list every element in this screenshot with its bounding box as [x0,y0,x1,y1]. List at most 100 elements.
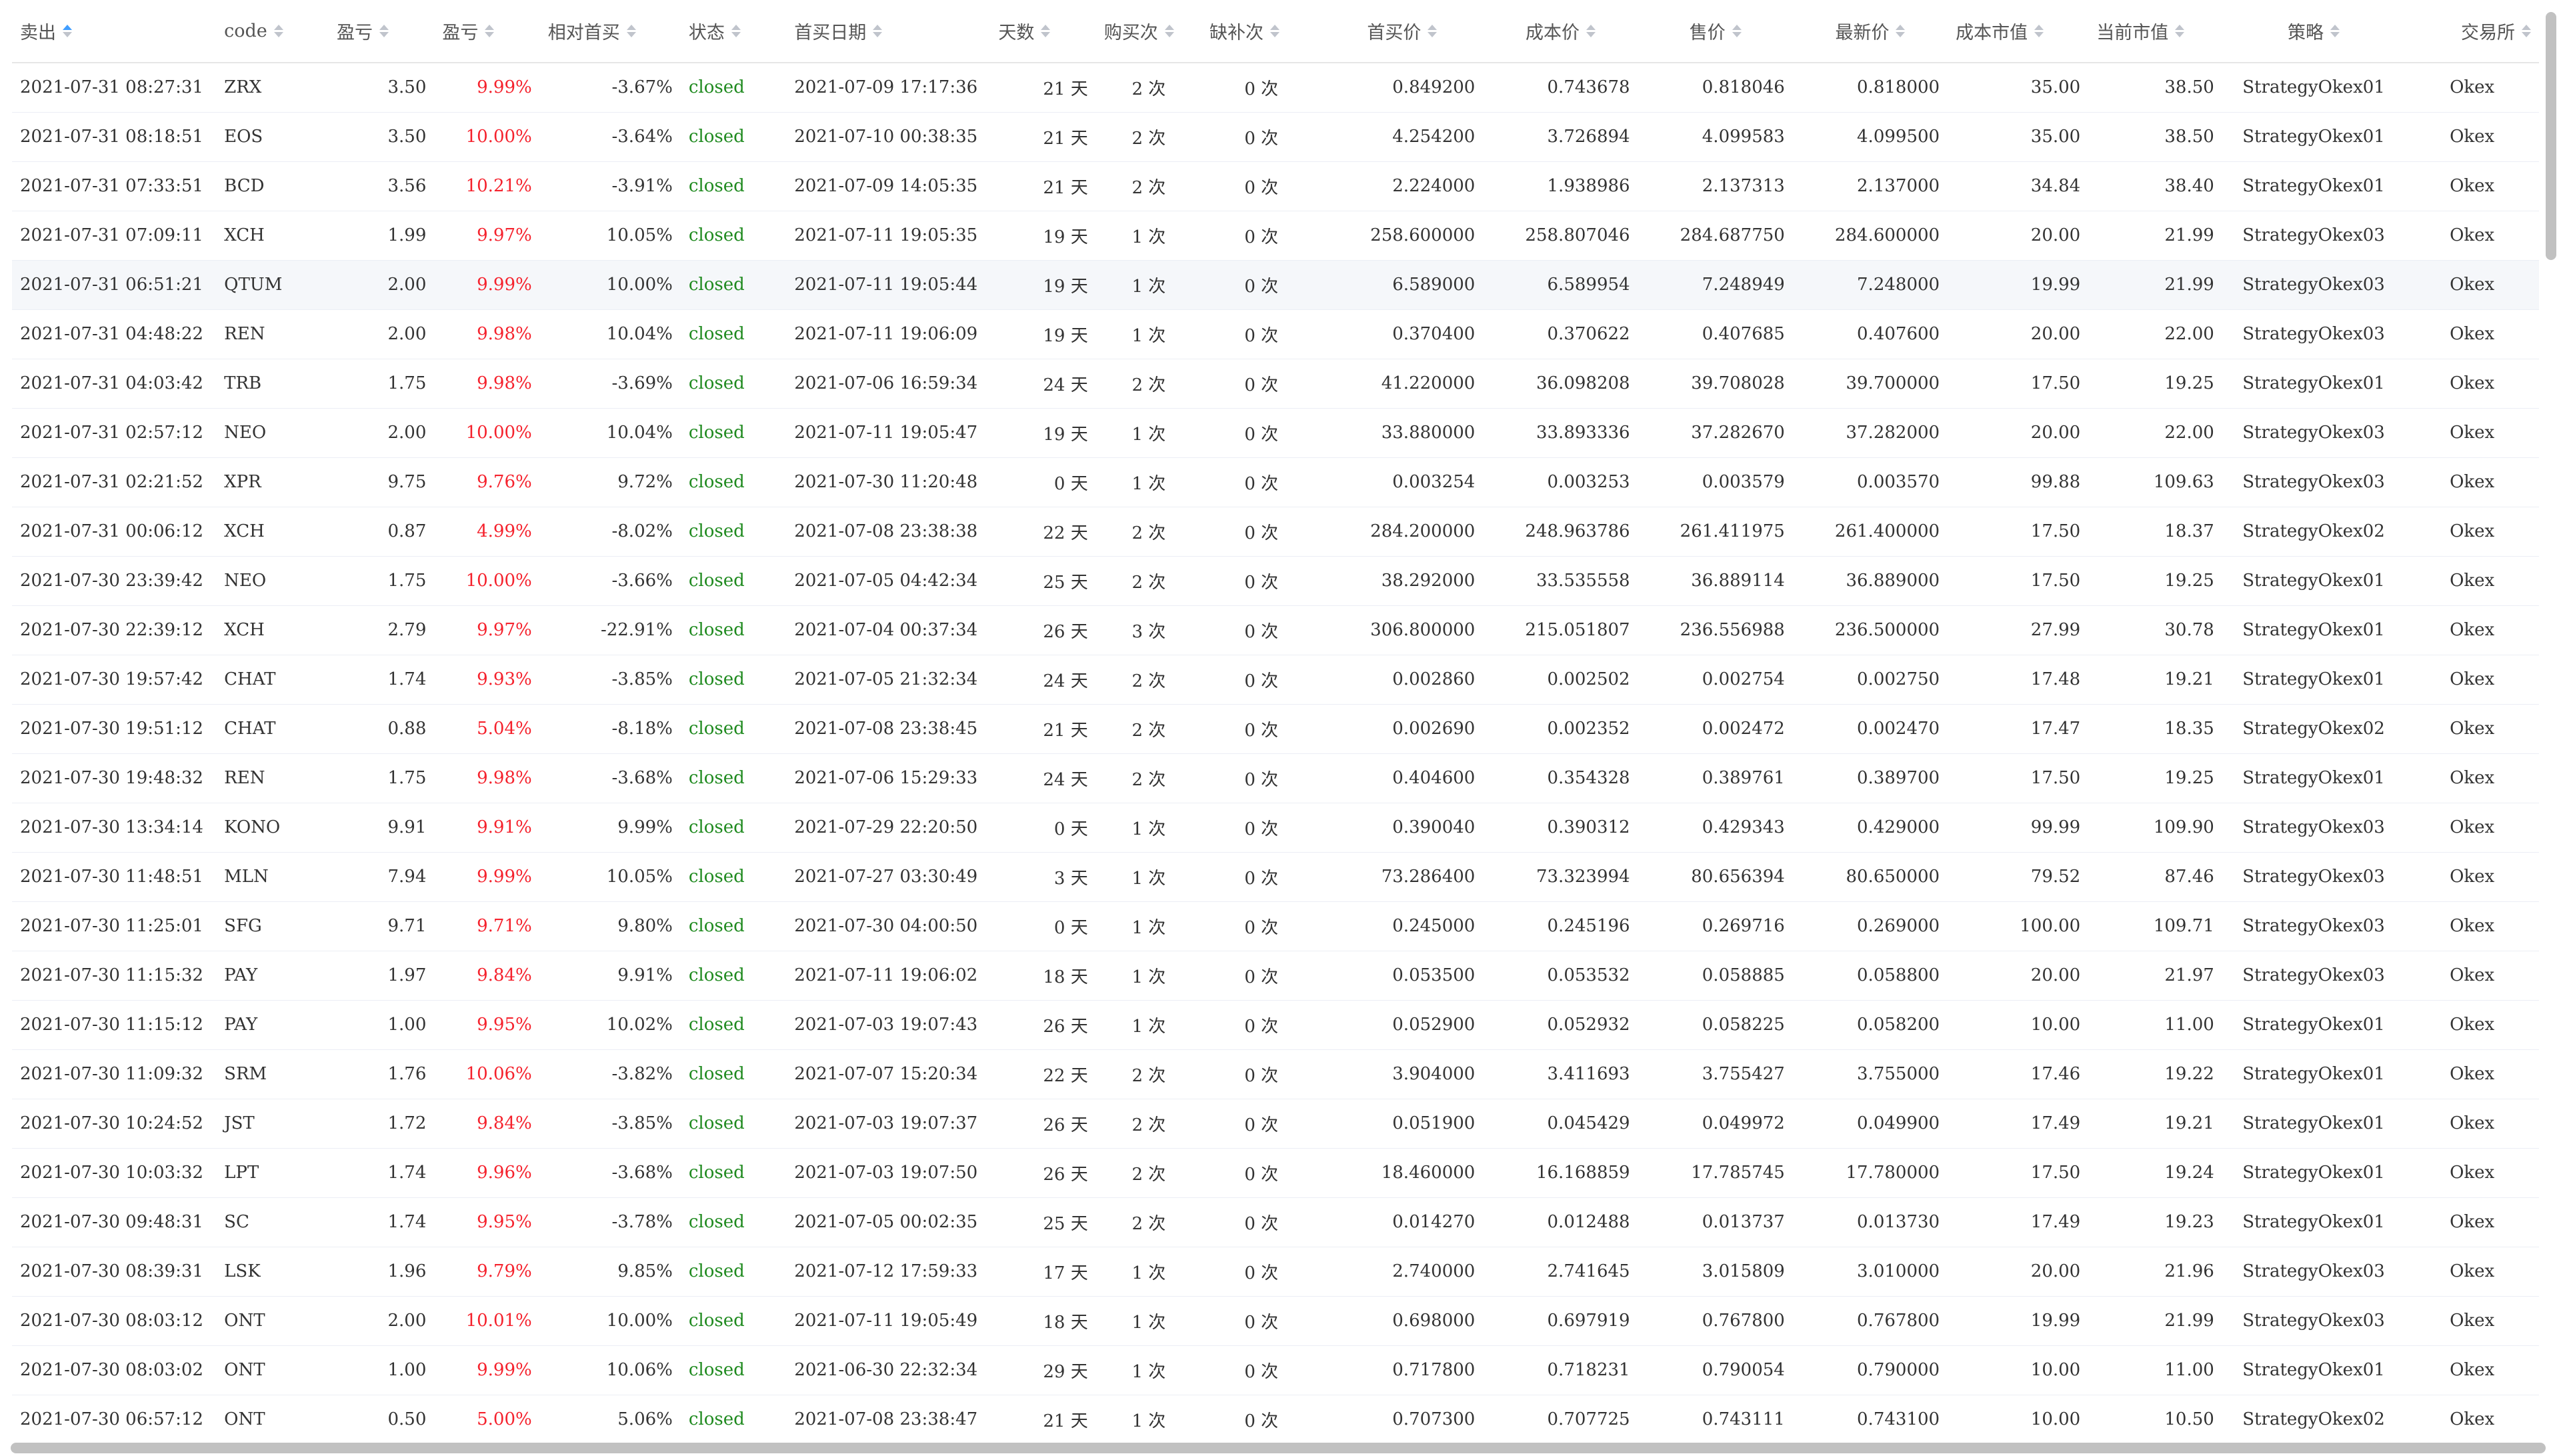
table-row[interactable]: 2021-07-31 02:57:12 NEO 2.00 10.00% 10.04% cl… [12,408,2539,458]
sort-caret-icon[interactable] [1164,25,1174,37]
column-header-cost-price[interactable]: 成本价 [1483,0,1638,63]
sort-ascending-icon[interactable] [1041,25,1051,30]
sort-caret-icon[interactable] [2522,25,2531,37]
sort-ascending-icon[interactable] [1586,25,1596,30]
column-header-code[interactable]: code [216,0,329,63]
sort-caret-icon[interactable] [1896,25,1906,37]
sort-caret-icon[interactable] [63,25,72,37]
table-row[interactable]: 2021-07-31 08:27:31 ZRX 3.50 9.99% -3.67% clo… [12,63,2539,113]
table-row[interactable]: 2021-07-30 11:09:32 SRM 1.76 10.06% -3.82% cl… [12,1049,2539,1099]
sort-ascending-icon[interactable] [2034,25,2044,30]
sort-descending-icon[interactable] [1164,32,1174,37]
sort-ascending-icon[interactable] [1732,25,1742,30]
sort-caret-icon[interactable] [2034,25,2044,37]
sort-caret-icon[interactable] [873,25,883,37]
horizontal-scrollbar[interactable] [11,1443,2546,1453]
column-header-strategy[interactable]: 策略 [2222,0,2406,63]
column-header-cost-value[interactable]: 成本市值 [1948,0,2089,63]
column-header-sell-time[interactable]: 卖出 [12,0,217,63]
sort-descending-icon[interactable] [485,32,495,37]
sort-caret-icon[interactable] [1428,25,1438,37]
sort-ascending-icon[interactable] [273,25,283,30]
table-row[interactable]: 2021-07-30 13:34:14 KONO 9.91 9.91% 9.99% clo… [12,803,2539,853]
table-row[interactable]: 2021-07-30 11:15:32 PAY 1.97 9.84% 9.91% clos… [12,951,2539,1001]
sort-descending-icon[interactable] [2330,32,2340,37]
sort-descending-icon[interactable] [2175,32,2185,37]
column-header-relative-first-buy[interactable]: 相对首买 [539,0,681,63]
table-row[interactable]: 2021-07-30 08:39:31 LSK 1.96 9.79% 9.85% clos… [12,1247,2539,1297]
table-row[interactable]: 2021-07-31 06:51:21 QTUM 2.00 9.99% 10.00% cl… [12,260,2539,310]
table-row[interactable]: 2021-07-30 22:39:12 XCH 2.79 9.97% -22.91% cl… [12,605,2539,655]
table-row[interactable]: 2021-07-31 00:06:12 XCH 0.87 4.99% -8.02% clo… [12,507,2539,557]
sort-ascending-icon[interactable] [873,25,883,30]
table-row[interactable]: 2021-07-30 08:03:02 ONT 1.00 9.99% 10.06% clo… [12,1345,2539,1395]
sort-caret-icon[interactable] [1041,25,1051,37]
sort-caret-icon[interactable] [2330,25,2340,37]
sort-descending-icon[interactable] [1428,32,1438,37]
sort-descending-icon[interactable] [273,32,283,37]
sort-descending-icon[interactable] [626,32,636,37]
table-row[interactable]: 2021-07-30 19:51:12 CHAT 0.88 5.04% -8.18% cl… [12,704,2539,754]
sort-caret-icon[interactable] [731,25,741,37]
sort-descending-icon[interactable] [1270,32,1280,37]
sort-descending-icon[interactable] [2034,32,2044,37]
table-row[interactable]: 2021-07-30 11:25:01 SFG 9.71 9.71% 9.80% clos… [12,901,2539,951]
sort-descending-icon[interactable] [1041,32,1051,37]
sort-caret-icon[interactable] [485,25,495,37]
table-row[interactable]: 2021-07-30 19:48:32 REN 1.75 9.98% -3.68% clo… [12,753,2539,803]
sort-descending-icon[interactable] [873,32,883,37]
column-header-first-buy-date[interactable]: 首买日期 [786,0,991,63]
sort-ascending-icon[interactable] [731,25,741,30]
sort-caret-icon[interactable] [626,25,636,37]
column-header-first-buy-price[interactable]: 首买价 [1321,0,1484,63]
table-row[interactable]: 2021-07-31 04:03:42 TRB 1.75 9.98% -3.69% clo… [12,359,2539,409]
table-row[interactable]: 2021-07-30 08:03:12 ONT 2.00 10.01% 10.00% cl… [12,1296,2539,1346]
sort-ascending-icon[interactable] [626,25,636,30]
sort-ascending-icon[interactable] [1428,25,1438,30]
table-row[interactable]: 2021-07-31 02:21:52 XPR 9.75 9.76% 9.72% clos… [12,457,2539,507]
column-header-missing-count[interactable]: 缺补次 [1201,0,1322,63]
table-row[interactable]: 2021-07-30 19:57:42 CHAT 1.74 9.93% -3.85% cl… [12,655,2539,705]
sort-descending-icon[interactable] [1586,32,1596,37]
sort-ascending-icon[interactable] [2175,25,2185,30]
sort-descending-icon[interactable] [1896,32,1906,37]
sort-ascending-icon[interactable] [1896,25,1906,30]
column-header-sell-price[interactable]: 售价 [1638,0,1793,63]
column-header-buy-count[interactable]: 购买次 [1095,0,1202,63]
sort-ascending-icon[interactable] [1270,25,1280,30]
vertical-scrollbar[interactable] [2546,12,2556,260]
sort-descending-icon[interactable] [1732,32,1742,37]
table-row[interactable]: 2021-07-30 06:57:12 ONT 0.50 5.00% 5.06% clos… [12,1395,2539,1440]
column-header-status[interactable]: 状态 [680,0,787,63]
sort-ascending-icon[interactable] [379,25,389,30]
column-header-exchange[interactable]: 交易所 [2405,0,2539,63]
table-row[interactable]: 2021-07-30 09:48:31 SC 1.74 9.95% -3.78% clos… [12,1197,2539,1247]
sort-descending-icon[interactable] [731,32,741,37]
table-row[interactable]: 2021-07-31 07:33:51 BCD 3.56 10.21% -3.91% cl… [12,161,2539,211]
table-row[interactable]: 2021-07-30 10:03:32 LPT 1.74 9.96% -3.68% clo… [12,1148,2539,1198]
sort-caret-icon[interactable] [1586,25,1596,37]
sort-caret-icon[interactable] [379,25,389,37]
sort-caret-icon[interactable] [1732,25,1742,37]
sort-ascending-icon[interactable] [2522,25,2531,30]
sort-descending-icon[interactable] [63,32,72,37]
table-row[interactable]: 2021-07-30 10:24:52 JST 1.72 9.84% -3.85% clo… [12,1099,2539,1149]
table-row[interactable]: 2021-07-31 07:09:11 XCH 1.99 9.97% 10.05% clo… [12,211,2539,261]
table-row[interactable]: 2021-07-31 08:18:51 EOS 3.50 10.00% -3.64% cl… [12,112,2539,162]
sort-caret-icon[interactable] [1270,25,1280,37]
sort-ascending-icon[interactable] [63,25,72,30]
column-header-profit[interactable]: 盈亏 [329,0,435,63]
sort-caret-icon[interactable] [2175,25,2185,37]
table-row[interactable]: 2021-07-30 23:39:42 NEO 1.75 10.00% -3.66% cl… [12,556,2539,606]
sort-ascending-icon[interactable] [485,25,495,30]
sort-caret-icon[interactable] [273,25,283,37]
column-header-latest-price[interactable]: 最新价 [1792,0,1948,63]
table-row[interactable]: 2021-07-31 04:48:22 REN 2.00 9.98% 10.04% clo… [12,309,2539,359]
sort-ascending-icon[interactable] [2330,25,2340,30]
column-header-profit-pct[interactable]: 盈亏 [434,0,540,63]
sort-descending-icon[interactable] [379,32,389,37]
column-header-current-value[interactable]: 当前市值 [2088,0,2222,63]
table-row[interactable]: 2021-07-30 11:15:12 PAY 1.00 9.95% 10.02% clo… [12,1000,2539,1050]
table-row[interactable]: 2021-07-30 11:48:51 MLN 7.94 9.99% 10.05% clo… [12,852,2539,902]
sort-ascending-icon[interactable] [1164,25,1174,30]
